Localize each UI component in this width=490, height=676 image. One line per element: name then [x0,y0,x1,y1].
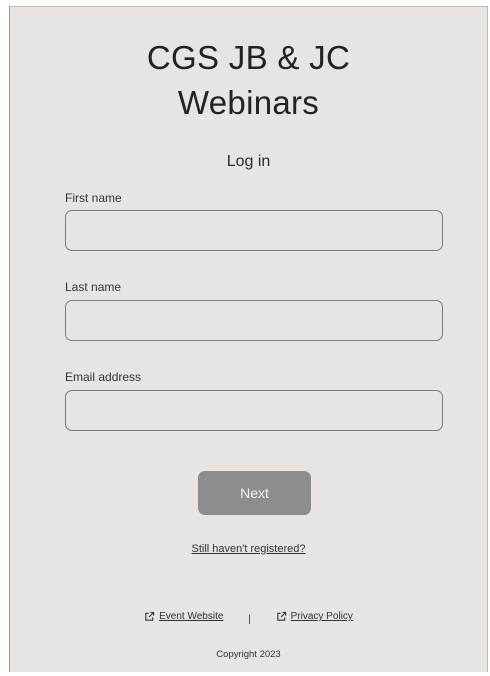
email-address-label: Email address [65,370,142,384]
title-line-1: CGS JB & JC [146,39,351,76]
page-title: CGS JB & JC Webinars [10,35,487,125]
first-name-input[interactable] [65,210,443,251]
privacy-policy-label: Privacy Policy [290,611,353,622]
footer-links: Event Website | Privacy Policy [10,611,487,625]
login-heading: Log in [226,153,271,170]
first-name-label: First name [65,191,122,205]
title-line-2: Webinars [177,84,320,121]
copyright-text: Copyright 2023 [216,649,281,660]
external-link-icon [276,611,286,621]
event-website-link[interactable]: Event Website [144,611,223,622]
privacy-policy-link[interactable]: Privacy Policy [276,611,353,622]
register-link[interactable]: Still haven't registered? [10,543,487,555]
event-website-label: Event Website [159,611,224,622]
last-name-input[interactable] [65,300,443,341]
last-name-label: Last name [65,280,122,294]
footer-separator: | [248,614,251,625]
email-address-input[interactable] [65,390,443,431]
next-button[interactable]: Next [198,471,311,515]
login-panel: CGS JB & JC Webinars Log in First name L… [9,6,488,672]
external-link-icon [145,611,155,621]
